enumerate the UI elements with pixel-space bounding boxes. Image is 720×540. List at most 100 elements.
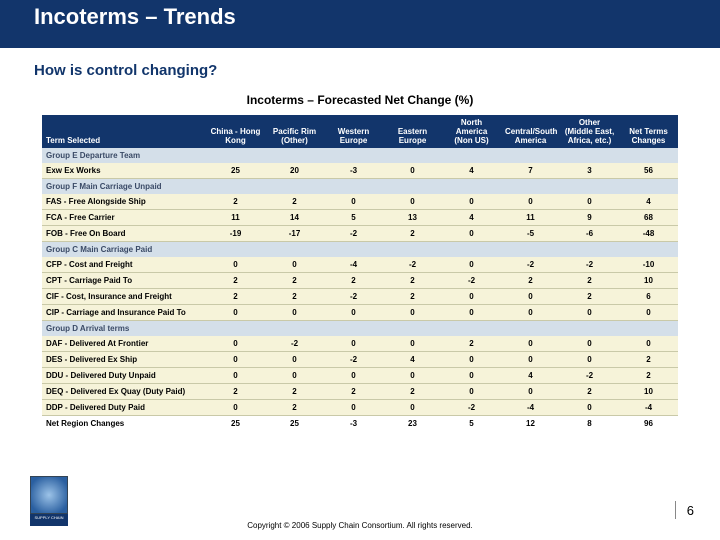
table-row: DDU - Delivered Duty Unpaid000004-22 <box>42 368 678 384</box>
cell: 4 <box>442 163 501 179</box>
copyright-footer: Copyright © 2006 Supply Chain Consortium… <box>0 521 720 530</box>
cell: -19 <box>206 226 265 242</box>
cell: 14 <box>265 210 324 226</box>
cell: -2 <box>442 400 501 416</box>
col-header: Net Terms Changes <box>619 115 678 148</box>
cell: -2 <box>265 336 324 352</box>
cell: -2 <box>560 257 619 273</box>
cell: 3 <box>560 163 619 179</box>
page-number: 6 <box>687 503 694 518</box>
cell: 2 <box>206 273 265 289</box>
cell: 0 <box>442 368 501 384</box>
col-header: China - Hong Kong <box>206 115 265 148</box>
row-label: CPT - Carriage Paid To <box>42 273 206 289</box>
cell: -2 <box>501 257 560 273</box>
cell: -2 <box>560 368 619 384</box>
net-cell: 12 <box>501 416 560 432</box>
col-header: Eastern Europe <box>383 115 442 148</box>
cell: -3 <box>324 163 383 179</box>
cell: 0 <box>324 400 383 416</box>
table-row: Exw Ex Works2520-3047356 <box>42 163 678 179</box>
cell: 0 <box>501 194 560 210</box>
cell: 2 <box>206 289 265 305</box>
cell: 0 <box>324 336 383 352</box>
cell: 10 <box>619 273 678 289</box>
cell: 0 <box>442 194 501 210</box>
cell: 0 <box>206 336 265 352</box>
cell: -2 <box>383 257 442 273</box>
col-header: North America (Non US) <box>442 115 501 148</box>
globe-icon <box>30 476 68 514</box>
row-label: FAS - Free Alongside Ship <box>42 194 206 210</box>
cell: -6 <box>560 226 619 242</box>
cell: -17 <box>265 226 324 242</box>
cell: 0 <box>206 368 265 384</box>
cell: -2 <box>324 352 383 368</box>
net-cell: 8 <box>560 416 619 432</box>
row-label: CFP - Cost and Freight <box>42 257 206 273</box>
cell: 0 <box>442 352 501 368</box>
cell: 0 <box>501 336 560 352</box>
cell: 2 <box>265 194 324 210</box>
col-header: Western Europe <box>324 115 383 148</box>
group-header: Group C Main Carriage Paid <box>42 242 678 258</box>
cell: 5 <box>324 210 383 226</box>
group-header: Group F Main Carriage Unpaid <box>42 179 678 195</box>
cell: 0 <box>501 352 560 368</box>
table-row: DEQ - Delivered Ex Quay (Duty Paid)22220… <box>42 384 678 400</box>
cell: -5 <box>501 226 560 242</box>
slide-subtitle: How is control changing? <box>0 48 720 79</box>
row-label: DES - Delivered Ex Ship <box>42 352 206 368</box>
cell: 13 <box>383 210 442 226</box>
row-label: CIP - Carriage and Insurance Paid To <box>42 305 206 321</box>
table-row: CFP - Cost and Freight00-4-20-2-2-10 <box>42 257 678 273</box>
cell: 0 <box>619 305 678 321</box>
cell: 2 <box>383 384 442 400</box>
cell: 2 <box>560 289 619 305</box>
cell: 2 <box>265 384 324 400</box>
cell: 11 <box>501 210 560 226</box>
table-row: FOB - Free On Board-19-17-220-5-6-48 <box>42 226 678 242</box>
row-label: DDP - Delivered Duty Paid <box>42 400 206 416</box>
cell: 2 <box>383 273 442 289</box>
table-row: FAS - Free Alongside Ship22000004 <box>42 194 678 210</box>
cell: 0 <box>383 336 442 352</box>
cell: 0 <box>619 336 678 352</box>
cell: 0 <box>501 384 560 400</box>
row-label: FOB - Free On Board <box>42 226 206 242</box>
cell: 0 <box>442 384 501 400</box>
col-header-term: Term Selected <box>42 115 206 148</box>
cell: 2 <box>206 194 265 210</box>
cell: 4 <box>619 194 678 210</box>
cell: -2 <box>324 289 383 305</box>
cell: 0 <box>383 194 442 210</box>
row-label: CIF - Cost, Insurance and Freight <box>42 289 206 305</box>
cell: 0 <box>265 368 324 384</box>
cell: 0 <box>206 305 265 321</box>
net-row: Net Region Changes2525-323512896 <box>42 416 678 432</box>
cell: 9 <box>560 210 619 226</box>
cell: 0 <box>265 305 324 321</box>
cell: 68 <box>619 210 678 226</box>
cell: 0 <box>560 194 619 210</box>
cell: 2 <box>560 384 619 400</box>
cell: 0 <box>324 194 383 210</box>
cell: 2 <box>206 384 265 400</box>
slide-title: Incoterms – Trends <box>0 0 236 30</box>
cell: 11 <box>206 210 265 226</box>
table-row: CIF - Cost, Insurance and Freight22-2200… <box>42 289 678 305</box>
cell: 0 <box>501 289 560 305</box>
cell: 0 <box>442 226 501 242</box>
cell: 0 <box>383 163 442 179</box>
table-row: DAF - Delivered At Frontier0-2002000 <box>42 336 678 352</box>
table-row: DES - Delivered Ex Ship00-240002 <box>42 352 678 368</box>
cell: 0 <box>383 368 442 384</box>
group-header: Group E Departure Team <box>42 148 678 163</box>
cell: 2 <box>619 368 678 384</box>
cell: 0 <box>560 305 619 321</box>
cell: -2 <box>324 226 383 242</box>
cell: 2 <box>324 384 383 400</box>
cell: 0 <box>383 305 442 321</box>
net-cell: 25 <box>206 416 265 432</box>
cell: 0 <box>560 400 619 416</box>
